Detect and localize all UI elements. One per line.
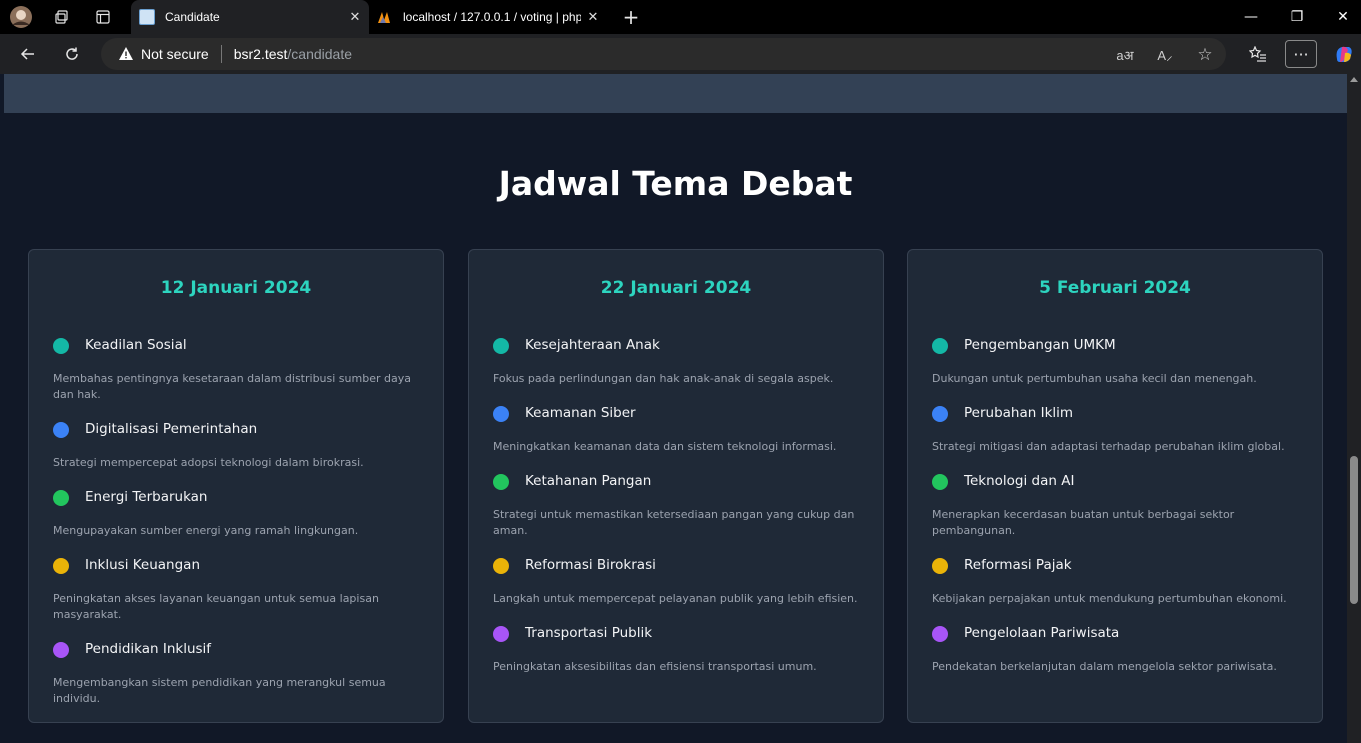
topic-description: Fokus pada perlindungan dan hak anak-ana… xyxy=(493,372,834,385)
debate-card: 22 Januari 2024 Kesejahteraan Anak Fokus p… xyxy=(468,249,884,723)
page-viewport: Jadwal Tema Debat 12 Januari 2024 Keadila… xyxy=(4,74,1347,743)
security-label[interactable]: Not secure xyxy=(141,46,209,62)
topic-description: Menerapkan kecerdasan buatan untuk berba… xyxy=(932,508,1235,537)
topic-name: Pengelolaan Pariwisata xyxy=(964,625,1120,641)
tab-title: Candidate xyxy=(165,10,220,24)
topic-name: Inklusi Keuangan xyxy=(85,557,201,573)
topic-dot-icon xyxy=(493,558,509,574)
topic-dot-icon xyxy=(53,642,69,658)
topic-description: Dukungan untuk pertumbuhan usaha kecil d… xyxy=(932,372,1257,385)
topic-dot-icon xyxy=(53,558,69,574)
topic-description: Strategi untuk memastikan ketersediaan p… xyxy=(493,508,855,537)
tab-candidate[interactable]: Candidate ✕ xyxy=(131,0,369,34)
topic-dot-icon xyxy=(53,338,69,354)
tab-bar: Candidate ✕ localhost / 127.0.0.1 / voti… xyxy=(0,0,1361,34)
debate-card: 12 Januari 2024 Keadilan Sosial Membahas p… xyxy=(28,249,444,723)
topic-description: Strategi mitigasi dan adaptasi terhadap … xyxy=(932,440,1285,453)
topic-name: Pendidikan Inklusif xyxy=(85,641,212,657)
topic-name: Keamanan Siber xyxy=(525,405,636,421)
topic-name: Reformasi Birokrasi xyxy=(525,557,656,573)
topic-name: Keadilan Sosial xyxy=(85,337,187,353)
url-bar[interactable]: Not secure bsr2.test/candidate aअ A⸝ ☆ xyxy=(101,38,1226,70)
topic-dot-icon xyxy=(932,406,948,422)
window-close-icon[interactable]: ✕ xyxy=(1320,0,1361,34)
tab-actions-icon[interactable] xyxy=(91,5,115,29)
topic-dot-icon xyxy=(932,626,948,642)
topic-description: Mengupayakan sumber energi yang ramah li… xyxy=(53,524,359,537)
topic-dot-icon xyxy=(493,338,509,354)
scroll-thumb[interactable] xyxy=(1350,456,1358,604)
topic-description: Pendekatan berkelanjutan dalam mengelola… xyxy=(932,660,1277,673)
topic-dot-icon xyxy=(493,406,509,422)
scrollbar[interactable] xyxy=(1347,74,1361,743)
translate-icon[interactable]: aअ xyxy=(1115,45,1135,65)
favorite-star-icon[interactable]: ☆ xyxy=(1195,45,1215,65)
scroll-up-icon[interactable] xyxy=(1350,77,1358,82)
section-title: Jadwal Tema Debat xyxy=(498,164,853,203)
refresh-icon[interactable] xyxy=(57,40,87,68)
card-date: 12 Januari 2024 xyxy=(160,278,312,298)
copilot-icon[interactable] xyxy=(1328,40,1360,68)
tab-title: localhost / 127.0.0.1 / voting | php xyxy=(403,10,581,24)
topic-name: Reformasi Pajak xyxy=(964,557,1072,573)
topic-name: Energi Terbarukan xyxy=(85,489,208,505)
close-icon[interactable]: ✕ xyxy=(347,9,363,25)
read-aloud-icon[interactable]: A⸝ xyxy=(1155,45,1175,65)
back-icon[interactable] xyxy=(13,40,43,68)
divider xyxy=(220,45,222,63)
topic-dot-icon xyxy=(493,474,509,490)
topic-name: Ketahanan Pangan xyxy=(525,473,652,489)
close-icon[interactable]: ✕ xyxy=(585,9,601,25)
minimize-icon[interactable]: — xyxy=(1228,0,1274,34)
topic-name: Pengembangan UMKM xyxy=(964,337,1116,353)
phpmyadmin-favicon-icon xyxy=(377,9,393,25)
card-date: 22 Januari 2024 xyxy=(600,278,752,298)
url-host: bsr2.test xyxy=(233,46,288,62)
topic-description: Peningkatan aksesibilitas dan efisiensi … xyxy=(493,660,817,673)
warning-icon[interactable] xyxy=(117,45,135,63)
topic-name: Transportasi Publik xyxy=(525,625,653,641)
topic-description: Mengembangkan sistem pendidikan yang mer… xyxy=(53,676,386,705)
header-strip xyxy=(4,74,1347,113)
topic-dot-icon xyxy=(53,422,69,438)
topic-description: Langkah untuk mempercepat pelayanan publ… xyxy=(493,592,858,605)
topic-dot-icon xyxy=(53,490,69,506)
new-tab-icon[interactable]: + xyxy=(619,5,643,29)
topic-description: Peningkatan akses layanan keuangan untuk… xyxy=(53,592,379,621)
topic-dot-icon xyxy=(493,626,509,642)
topic-description: Meningkatkan keamanan data dan sistem te… xyxy=(493,440,837,453)
topic-description: Kebijakan perpajakan untuk mendukung per… xyxy=(932,592,1287,605)
topic-name: Perubahan Iklim xyxy=(964,405,1074,421)
topic-dot-icon xyxy=(932,474,948,490)
address-bar-row: Not secure bsr2.test/candidate aअ A⸝ ☆ ·… xyxy=(0,34,1361,74)
topic-dot-icon xyxy=(932,338,948,354)
card-date: 5 Februari 2024 xyxy=(1039,278,1191,298)
topic-dot-icon xyxy=(932,558,948,574)
topic-description: Membahas pentingnya kesetaraan dalam dis… xyxy=(53,372,411,401)
more-options-icon[interactable]: ··· xyxy=(1285,40,1317,68)
tab-phpmyadmin[interactable]: localhost / 127.0.0.1 / voting | php ✕ xyxy=(369,0,607,34)
restore-icon[interactable]: ❐ xyxy=(1274,0,1320,34)
url-path: /candidate xyxy=(287,46,353,62)
topic-name: Teknologi dan AI xyxy=(964,473,1075,489)
debate-card: 5 Februari 2024 Pengembangan UMKM Dukungan… xyxy=(907,249,1323,723)
workspaces-icon[interactable] xyxy=(50,5,74,29)
topic-name: Digitalisasi Pemerintahan xyxy=(85,421,258,437)
avatar-icon[interactable] xyxy=(9,5,33,29)
image-favicon-icon xyxy=(139,9,155,25)
topic-description: Strategi mempercepat adopsi teknologi da… xyxy=(53,456,364,469)
favorites-icon[interactable] xyxy=(1242,40,1274,68)
topic-name: Kesejahteraan Anak xyxy=(525,337,660,353)
